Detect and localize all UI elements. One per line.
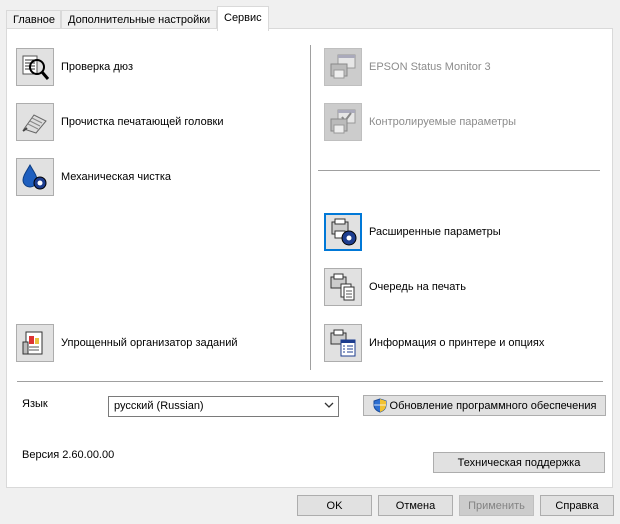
bottom-divider: [17, 381, 603, 382]
language-select[interactable]: русский (Russian): [108, 396, 339, 417]
extended-settings-icon[interactable]: [324, 213, 362, 251]
tab-advanced-settings[interactable]: Дополнительные настройки: [61, 10, 217, 30]
head-cleaning-label: Прочистка печатающей головки: [61, 116, 224, 128]
shield-icon: [373, 398, 387, 413]
printer-info-label: Информация о принтере и опциях: [369, 337, 545, 349]
job-arranger-tool[interactable]: Упрощенный организатор заданий: [16, 323, 238, 363]
extended-settings-tool[interactable]: Расширенные параметры: [324, 212, 501, 252]
printer-info-icon[interactable]: [324, 324, 362, 362]
job-arranger-label: Упрощенный организатор заданий: [61, 337, 238, 349]
apply-button: Применить: [459, 495, 534, 516]
power-cleaning-label: Механическая чистка: [61, 171, 171, 183]
nozzle-check-label: Проверка дюз: [61, 61, 134, 73]
software-update-button[interactable]: Обновление программного обеспечения: [363, 395, 606, 416]
tab-service[interactable]: Сервис: [217, 6, 269, 31]
printer-info-tool[interactable]: Информация о принтере и опциях: [324, 323, 544, 363]
help-button[interactable]: Справка: [540, 495, 614, 516]
technical-support-button[interactable]: Техническая поддержка: [433, 452, 605, 473]
right-divider: [318, 170, 600, 171]
language-select-value: русский (Russian): [114, 400, 204, 412]
print-queue-label: Очередь на печать: [369, 281, 466, 293]
chevron-down-icon: [324, 400, 334, 413]
vertical-divider: [310, 45, 311, 370]
status-monitor-tool: EPSON Status Monitor 3: [324, 47, 491, 87]
monitoring-preferences-label: Контролируемые параметры: [369, 116, 517, 128]
job-arranger-icon[interactable]: [16, 324, 54, 362]
head-cleaning-tool[interactable]: Прочистка печатающей головки: [16, 102, 224, 142]
monitoring-preferences-tool: Контролируемые параметры: [324, 102, 516, 142]
service-panel: Проверка дюз Прочистка печатающей головк…: [6, 28, 613, 488]
software-update-label: Обновление программного обеспечения: [389, 399, 597, 412]
nozzle-check-icon[interactable]: [16, 48, 54, 86]
tab-main[interactable]: Главное: [6, 10, 61, 30]
version-text: Версия 2.60.00.00: [22, 449, 115, 461]
ok-button[interactable]: OK: [297, 495, 372, 516]
print-queue-icon[interactable]: [324, 268, 362, 306]
cancel-button[interactable]: Отмена: [378, 495, 453, 516]
language-label: Язык: [22, 398, 48, 410]
monitoring-preferences-icon: [324, 103, 362, 141]
status-monitor-icon: [324, 48, 362, 86]
status-monitor-label: EPSON Status Monitor 3: [369, 61, 491, 73]
power-cleaning-icon[interactable]: [16, 158, 54, 196]
nozzle-check-tool[interactable]: Проверка дюз: [16, 47, 133, 87]
head-cleaning-icon[interactable]: [16, 103, 54, 141]
extended-settings-label: Расширенные параметры: [369, 226, 501, 238]
print-queue-tool[interactable]: Очередь на печать: [324, 267, 466, 307]
power-cleaning-tool[interactable]: Механическая чистка: [16, 157, 171, 197]
